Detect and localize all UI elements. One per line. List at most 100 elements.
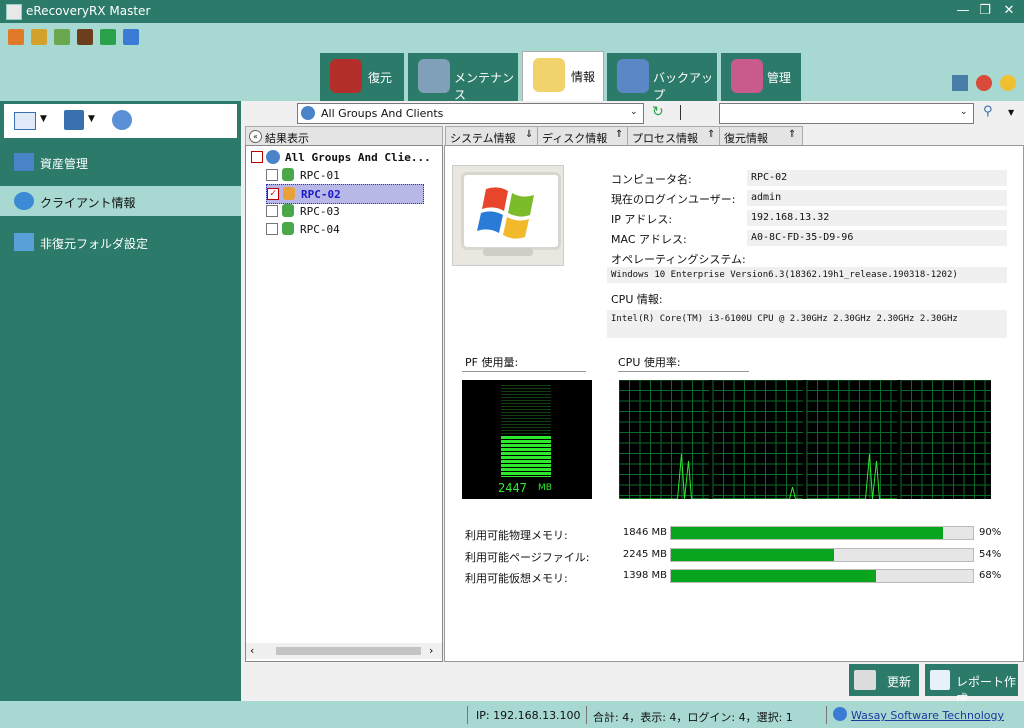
edit-icon[interactable]	[64, 110, 84, 130]
backup-icon	[617, 59, 649, 93]
separator	[826, 706, 827, 724]
pf-usage-graph: 2447 MB	[462, 380, 592, 499]
refresh-button[interactable]: 更新	[849, 664, 919, 696]
cpu-core-3-graph	[806, 379, 897, 500]
chevron-down-icon[interactable]: ▼	[40, 114, 47, 124]
app-icon	[6, 4, 22, 20]
checkbox[interactable]	[251, 151, 263, 163]
sidebar-toolbar: ▼ ▼	[4, 104, 237, 138]
bar-fill	[671, 570, 877, 582]
collapse-icon[interactable]: «	[249, 130, 262, 143]
maintenance-icon	[418, 59, 450, 93]
tree-item-rpc-02[interactable]: ✓ RPC-02	[266, 184, 424, 204]
system-info-panel: コンピュータ名: RPC-02 現在のログインユーザー: admin IP アド…	[444, 145, 1024, 662]
chevron-up-icon: ⇑	[707, 129, 716, 140]
sidebar-item-asset[interactable]: 資産管理	[10, 147, 241, 177]
chevron-up-icon: ⇑	[788, 129, 797, 140]
scroll-left-icon[interactable]: ‹	[250, 644, 254, 657]
separator	[680, 105, 681, 120]
folder-icon[interactable]	[31, 29, 47, 45]
folder-settings-icon	[14, 233, 34, 251]
user-icon[interactable]	[8, 29, 24, 45]
client-pc-icon	[282, 204, 294, 217]
checkbox[interactable]	[266, 205, 278, 217]
divider	[462, 371, 586, 372]
chevron-down-icon: ⌄	[630, 107, 638, 117]
restore-icon	[330, 59, 362, 93]
client-user-icon	[283, 187, 295, 200]
client-pc-icon	[282, 222, 294, 235]
scroll-thumb[interactable]	[276, 647, 421, 655]
windows-logo-icon	[477, 187, 534, 239]
cpu-cores-chart	[618, 379, 991, 500]
asset-icon	[14, 153, 34, 171]
sidebar-item-client-info[interactable]: クライアント情報	[0, 186, 241, 216]
tree-root[interactable]: All Groups And Clie...	[248, 148, 438, 166]
help-icon[interactable]	[976, 75, 992, 91]
chevron-down-icon[interactable]: ▼	[88, 114, 95, 124]
monitor-icon	[461, 172, 561, 250]
tab-restore[interactable]: 復元	[320, 53, 404, 101]
client-pc-icon	[282, 168, 294, 181]
physical-memory-bar	[670, 526, 974, 540]
group-select[interactable]: All Groups And Clients ⌄	[297, 103, 644, 124]
checkbox[interactable]	[266, 223, 278, 235]
report-icon	[930, 670, 950, 690]
cpu-core-1-graph	[618, 379, 709, 500]
note-icon[interactable]	[54, 29, 70, 45]
tree-item-rpc-04[interactable]: RPC-04	[266, 220, 426, 238]
tab-info[interactable]: 情報	[522, 51, 604, 102]
toolbar: 復元 メンテナンス 情報 バックアップ 管理	[0, 23, 1024, 102]
company-link[interactable]: Wasay Software Technology	[851, 709, 1004, 722]
network-icon[interactable]	[123, 29, 139, 45]
title-bar: eRecoveryRX Master — ❐ ✕	[0, 0, 1024, 23]
tab-maintenance[interactable]: メンテナンス	[408, 53, 518, 102]
tab-backup[interactable]: バックアップ	[607, 53, 717, 102]
separator	[586, 706, 587, 724]
chat-icon[interactable]	[1000, 75, 1016, 91]
maximize-button[interactable]: ❐	[974, 2, 996, 20]
computer-image	[452, 165, 564, 266]
window-title: eRecoveryRX Master	[26, 4, 151, 18]
globe-icon	[266, 150, 280, 164]
grid-view-icon[interactable]	[14, 112, 36, 130]
tab-admin[interactable]: 管理	[721, 53, 801, 101]
close-button[interactable]: ✕	[998, 2, 1020, 20]
refresh-icon[interactable]: ↻	[652, 104, 666, 120]
book-icon[interactable]	[77, 29, 93, 45]
divider	[618, 371, 749, 372]
minimize-button[interactable]: —	[952, 2, 974, 20]
computer-name-value: RPC-02	[747, 170, 1007, 186]
ip-value: 192.168.13.32	[747, 210, 1007, 226]
globe-icon	[833, 707, 847, 721]
monitor-icon[interactable]	[952, 75, 968, 91]
tree-header: « 結果表示	[245, 126, 443, 147]
settings-icon[interactable]	[112, 110, 132, 130]
checkbox[interactable]	[266, 169, 278, 181]
pf-fill	[501, 435, 551, 477]
search-icon[interactable]: ⚲	[983, 104, 993, 119]
bar-fill	[671, 549, 835, 561]
report-button[interactable]: レポート作成	[925, 664, 1018, 706]
info-icon	[533, 58, 565, 92]
cpu-core-4-graph	[900, 379, 991, 499]
scroll-right-icon[interactable]: ›	[429, 644, 433, 657]
tree-item-rpc-01[interactable]: RPC-01	[266, 166, 426, 184]
tree-item-rpc-03[interactable]: RPC-03	[266, 202, 426, 220]
refresh-icon[interactable]	[100, 29, 116, 45]
chevron-down-icon[interactable]: ▼	[1008, 108, 1014, 117]
sidebar-item-folder-settings[interactable]: 非復元フォルダ設定	[10, 227, 241, 257]
separator	[467, 706, 468, 724]
chevron-up-icon: ⇑	[615, 129, 624, 140]
horizontal-scrollbar[interactable]: ‹ ›	[246, 643, 442, 659]
cpu-value: Intel(R) Core(TM) i3-6100U CPU @ 2.30GHz…	[607, 310, 1007, 338]
bar-fill	[671, 527, 943, 539]
print-icon	[854, 670, 876, 690]
checkbox-checked[interactable]: ✓	[267, 188, 279, 200]
virtual-memory-bar	[670, 569, 974, 583]
search-select[interactable]: ⌄	[719, 103, 974, 124]
cpu-core-2-graph	[712, 379, 803, 500]
cpu-usage-graph	[618, 379, 991, 500]
login-user-value: admin	[747, 190, 1007, 206]
monitor-stand	[483, 248, 533, 256]
